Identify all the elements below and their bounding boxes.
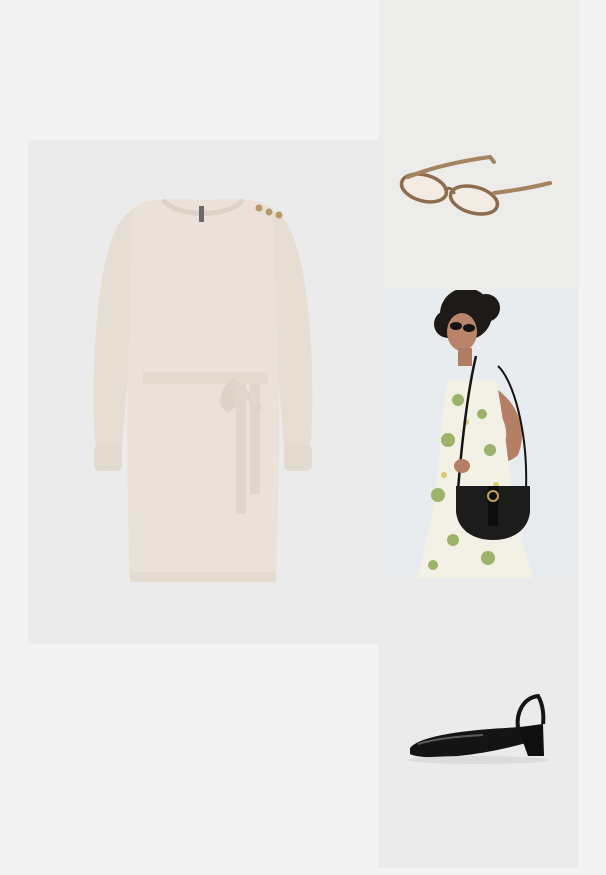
slingback-shoe-image bbox=[408, 694, 548, 764]
model-bag-tile[interactable]: Model wearing floral slip dress with bla… bbox=[378, 290, 578, 578]
glasses-product-tile[interactable]: Brown oval frame glasses bbox=[378, 0, 578, 290]
glasses-image bbox=[399, 155, 552, 216]
dress-product-tile[interactable]: Beige knit sweater dress with tie belt bbox=[28, 140, 378, 644]
shoe-product-tile[interactable]: Black patent slingback block heel pump bbox=[378, 578, 578, 868]
sweater-dress-image bbox=[93, 198, 313, 583]
outfit-collage: { "collage": { "items": [ {"id": "dress"… bbox=[0, 0, 606, 875]
model-with-bag-image bbox=[418, 290, 533, 578]
